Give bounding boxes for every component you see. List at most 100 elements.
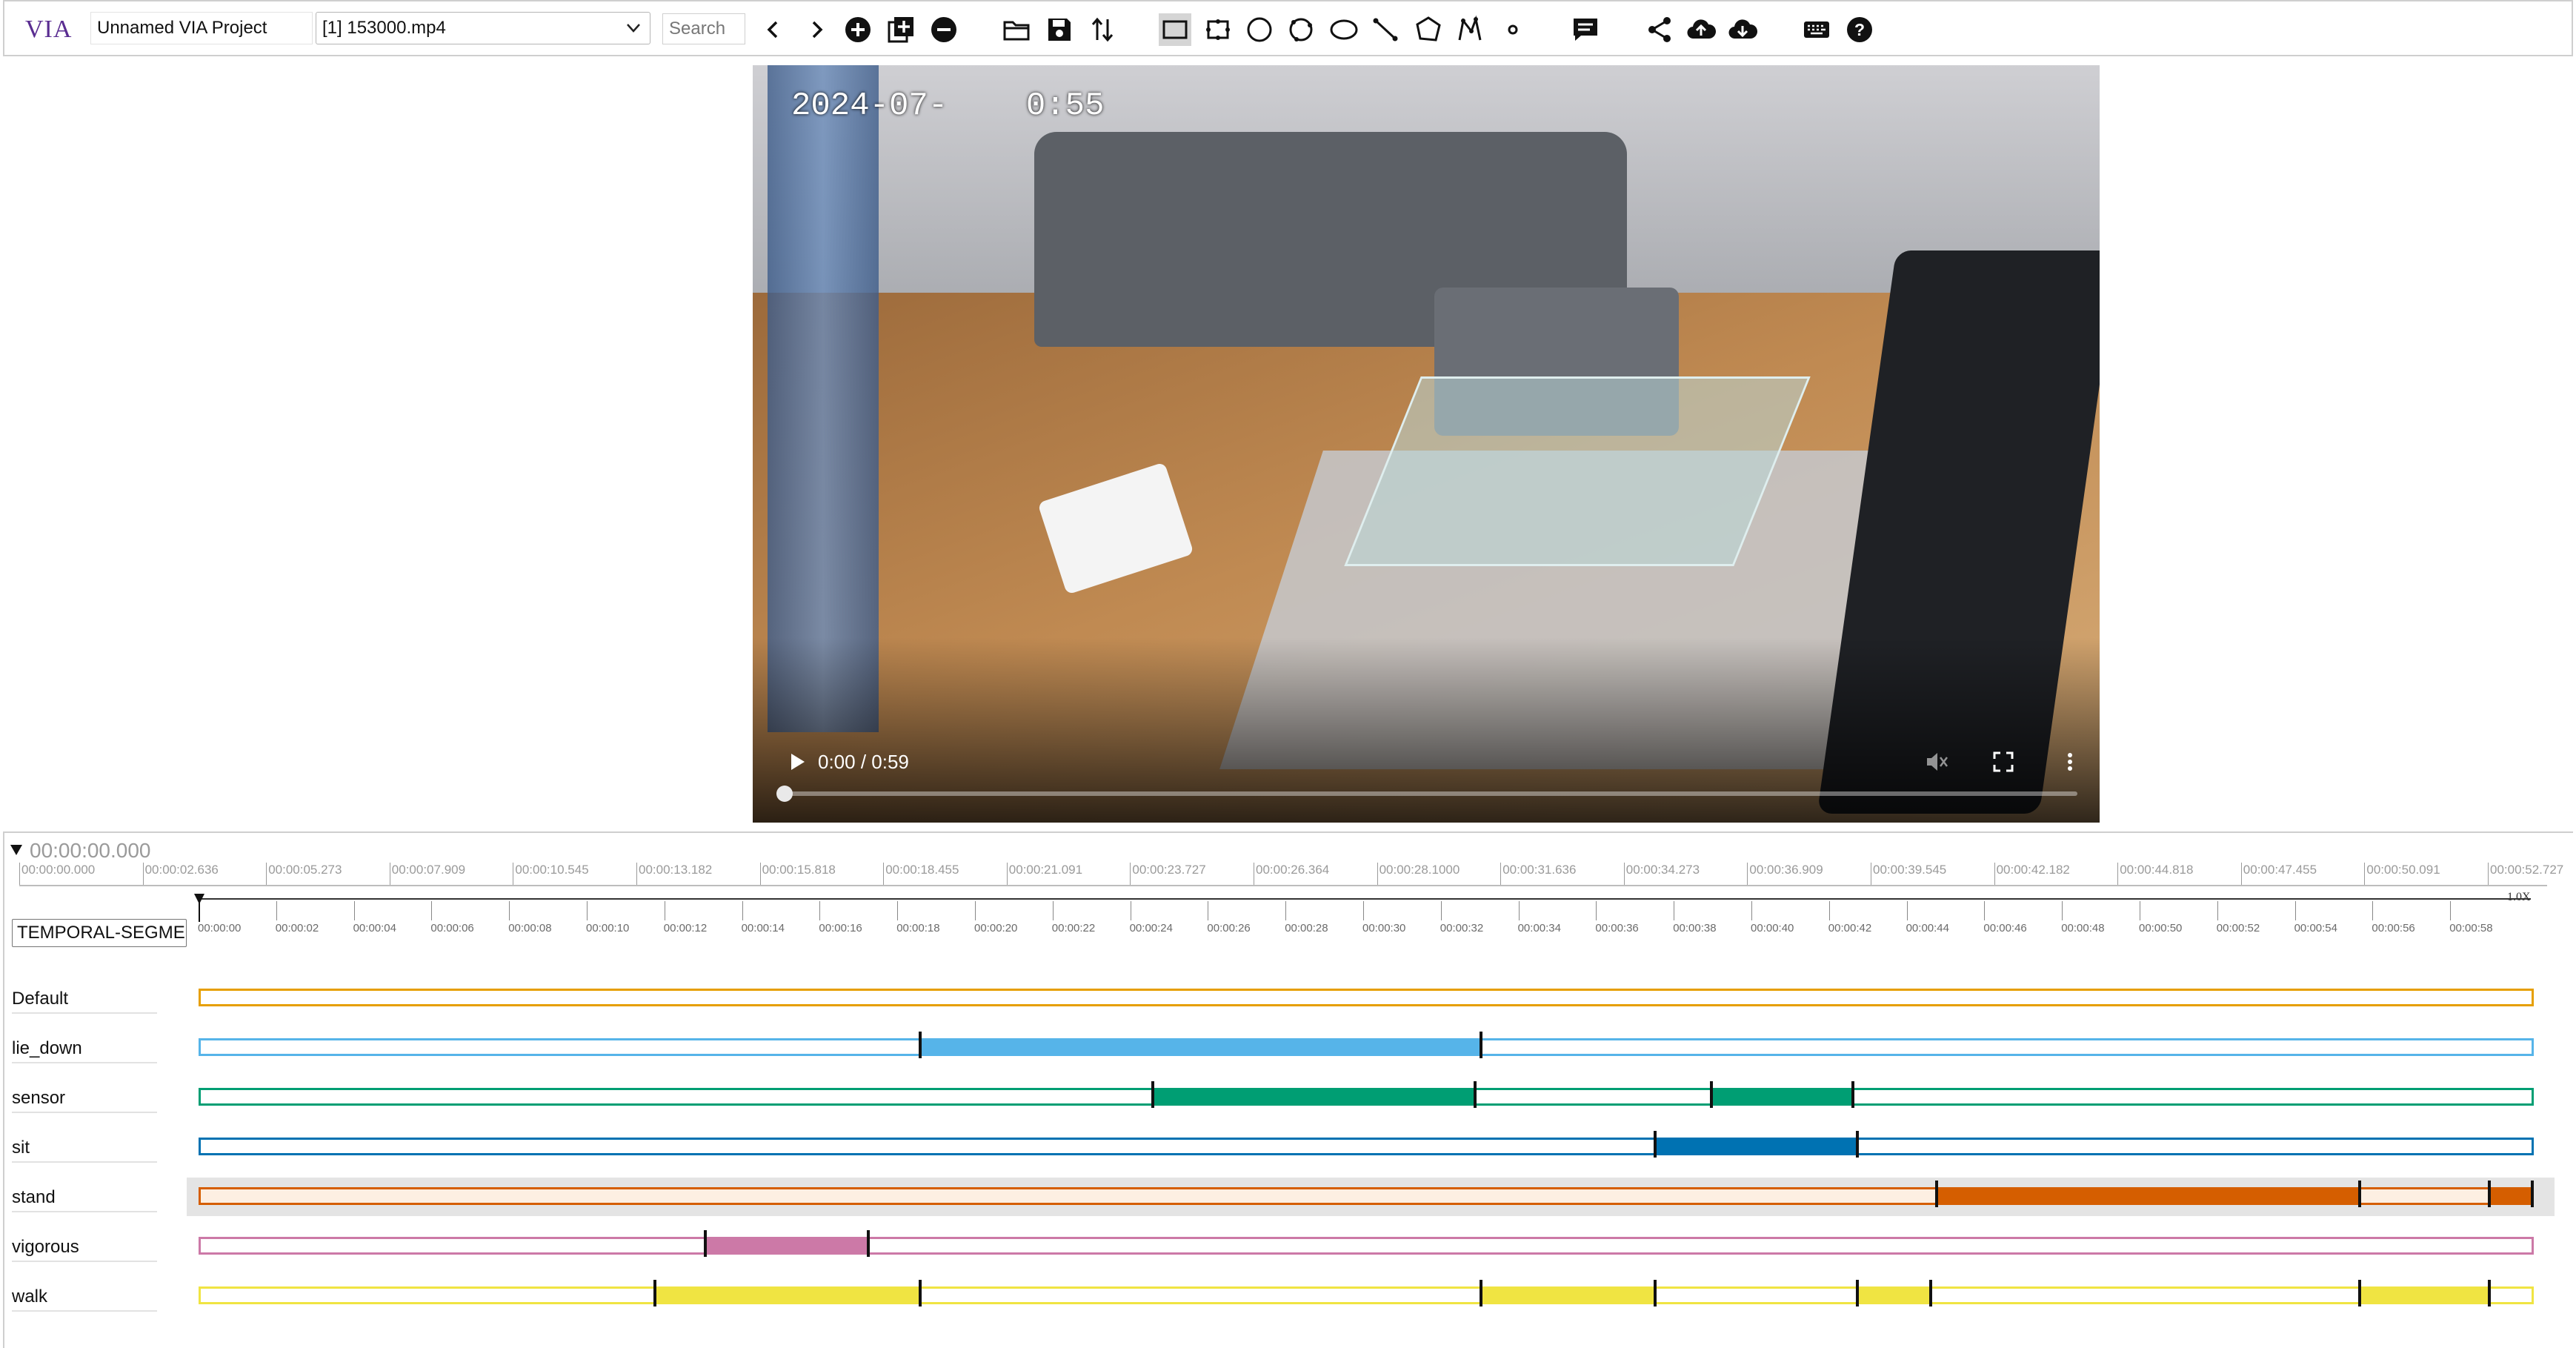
- temporal-segment[interactable]: [1151, 1081, 1477, 1108]
- zoom-ruler-tick-label: 00:00:54: [2294, 922, 2337, 934]
- rectangle-shape-icon[interactable]: [1159, 13, 1191, 46]
- full-ruler-tick: 00:00:13.182: [636, 863, 712, 885]
- temporal-segment-icon[interactable]: [1569, 13, 1602, 46]
- prev-file-icon[interactable]: [757, 13, 790, 46]
- search-input[interactable]: Search: [662, 13, 745, 44]
- track-label-vigorous[interactable]: vigorous: [12, 1232, 157, 1262]
- file-select[interactable]: [1] 153000.mp4: [316, 12, 650, 44]
- line-shape-icon[interactable]: [1369, 13, 1402, 46]
- zoomed-timeline-ruler[interactable]: 00:00:00 00:00:02 00:00:04 00:00:06 00:00:08…: [198, 898, 2531, 935]
- zoom-ruler-tick: 00:00:34: [1518, 901, 1561, 934]
- ellipse-shape-icon[interactable]: [1328, 13, 1360, 46]
- zoom-ruler-tick-label: 00:00:58: [2449, 922, 2493, 934]
- zoom-ruler-tick-label: 00:00:08: [508, 922, 552, 934]
- play-button[interactable]: [775, 740, 819, 784]
- import-export-icon[interactable]: [1086, 13, 1119, 46]
- full-ruler-tick: 00:00:50.091: [2364, 863, 2440, 885]
- track-label-walk[interactable]: walk: [12, 1282, 157, 1312]
- add-multiple-files-icon[interactable]: [885, 13, 917, 46]
- video-seek-bar[interactable]: [776, 786, 2077, 802]
- zoom-ruler-tick-label: 00:00:00: [198, 922, 242, 934]
- temporal-segment[interactable]: [919, 1032, 1482, 1058]
- temporal-segment[interactable]: [1479, 1280, 1657, 1307]
- extreme-rectangle-icon[interactable]: [1202, 13, 1234, 46]
- circle-shape-icon[interactable]: [1243, 13, 1276, 46]
- zoom-ruler-tick: 00:00:14: [742, 901, 785, 934]
- full-ruler-tick: 00:00:02.636: [142, 863, 219, 885]
- polyline-shape-icon[interactable]: [1454, 13, 1486, 46]
- project-name-input[interactable]: Unnamed VIA Project: [90, 12, 313, 44]
- zoom-ruler-tick: 00:00:10: [586, 901, 629, 934]
- track-label-sit[interactable]: sit: [12, 1133, 157, 1163]
- temporal-segment[interactable]: [2488, 1181, 2534, 1207]
- temporal-segment[interactable]: [1710, 1081, 1855, 1108]
- track-bar-sit[interactable]: [199, 1131, 2534, 1158]
- zoom-ruler-tick-label: 00:00:24: [1129, 922, 1173, 934]
- remove-file-icon[interactable]: [928, 13, 960, 46]
- polygon-shape-icon[interactable]: [1412, 13, 1445, 46]
- more-options-button[interactable]: [2049, 741, 2091, 783]
- zoom-ruler-tick: 00:00:24: [1130, 901, 1173, 934]
- zoom-ruler-tick: 00:00:26: [1207, 901, 1251, 934]
- video-time-display: 0:00 / 0:59: [818, 751, 909, 773]
- upload-icon[interactable]: [1685, 13, 1717, 46]
- keyboard-shortcuts-icon[interactable]: [1800, 13, 1833, 46]
- zoom-ruler-tick: 00:00:06: [430, 901, 474, 934]
- temporal-segment[interactable]: [1935, 1181, 2361, 1207]
- zoom-ruler-tick-label: 00:00:32: [1440, 922, 1484, 934]
- temporal-segment[interactable]: [703, 1230, 870, 1257]
- zoom-ruler-tick: 00:00:54: [2294, 901, 2337, 934]
- video-player[interactable]: 2024-07-████0:55 0:00 / 0:59: [753, 65, 2100, 823]
- track-bar-stand[interactable]: [199, 1181, 2534, 1207]
- zoom-ruler-tick-label: 00:00:56: [2372, 922, 2415, 934]
- share-icon[interactable]: [1643, 13, 1676, 46]
- volume-icon[interactable]: [1916, 741, 1957, 783]
- download-icon[interactable]: [1726, 13, 1759, 46]
- point-shape-icon[interactable]: [1497, 13, 1529, 46]
- track-bar-walk[interactable]: [199, 1280, 2534, 1307]
- track-label-stand[interactable]: stand: [12, 1183, 157, 1212]
- temporal-segment[interactable]: [1654, 1131, 1859, 1158]
- temporal-segment[interactable]: [1855, 1280, 1933, 1307]
- add-file-icon[interactable]: [842, 13, 874, 46]
- track-bar-default[interactable]: [199, 989, 2534, 1006]
- full-timeline-ruler[interactable]: 00:00:00.000 00:00:02.636 00:00:05.273 00:0…: [19, 863, 2563, 886]
- zoom-ruler-tick: 00:00:18: [896, 901, 940, 934]
- fullscreen-button[interactable]: [1983, 741, 2024, 783]
- zoom-ruler-tick: 00:00:48: [2061, 901, 2105, 934]
- full-ruler-tick: 00:00:39.545: [1871, 863, 1946, 885]
- current-time-display[interactable]: 00:00:00.000: [30, 839, 151, 863]
- zoom-ruler-tick: 00:00:40: [1751, 901, 1794, 934]
- zoom-ruler-tick-label: 00:00:06: [430, 922, 474, 934]
- track-bar-sensor[interactable]: [199, 1081, 2534, 1108]
- attribute-select[interactable]: TEMPORAL-SEGMENTS: [12, 919, 187, 947]
- zoom-ruler-tick: 00:00:46: [1983, 901, 2027, 934]
- track-label-default[interactable]: Default: [12, 984, 157, 1014]
- full-ruler-tick: 00:00:42.182: [1994, 863, 2070, 885]
- save-project-icon[interactable]: [1043, 13, 1076, 46]
- zoom-ruler-tick-label: 00:00:34: [1517, 922, 1561, 934]
- temporal-segment[interactable]: [653, 1280, 922, 1307]
- file-select-value: [1] 153000.mp4: [322, 18, 446, 38]
- full-ruler-tick: 00:00:05.273: [266, 863, 342, 885]
- next-file-icon[interactable]: [800, 13, 833, 46]
- zoom-ruler-tick-label: 00:00:16: [819, 922, 862, 934]
- help-icon[interactable]: ?: [1843, 13, 1876, 46]
- full-ruler-tick: 00:00:21.091: [1006, 863, 1082, 885]
- collapse-arrow-icon[interactable]: [10, 845, 22, 855]
- zoom-ruler-tick: 00:00:36: [1595, 901, 1639, 934]
- track-bar-vigorous[interactable]: [199, 1230, 2534, 1257]
- full-ruler-tick: 00:00:23.727: [1130, 863, 1206, 885]
- zoom-ruler-tick: 00:00:32: [1440, 901, 1483, 934]
- full-ruler-tick: 00:00:47.455: [2240, 863, 2317, 885]
- track-label-sensor[interactable]: sensor: [12, 1083, 157, 1113]
- track-bar-lie-down[interactable]: [199, 1032, 2534, 1058]
- open-project-icon[interactable]: [1000, 13, 1033, 46]
- zoom-ruler-tick-label: 00:00:18: [896, 922, 940, 934]
- extreme-circle-icon[interactable]: [1285, 13, 1317, 46]
- zoom-ruler-tick-label: 00:00:38: [1673, 922, 1717, 934]
- temporal-segment[interactable]: [2357, 1280, 2492, 1307]
- zoom-ruler-tick-label: 00:00:46: [1983, 922, 2027, 934]
- seek-knob[interactable]: [776, 786, 793, 802]
- track-label-lie-down[interactable]: lie_down: [12, 1034, 157, 1063]
